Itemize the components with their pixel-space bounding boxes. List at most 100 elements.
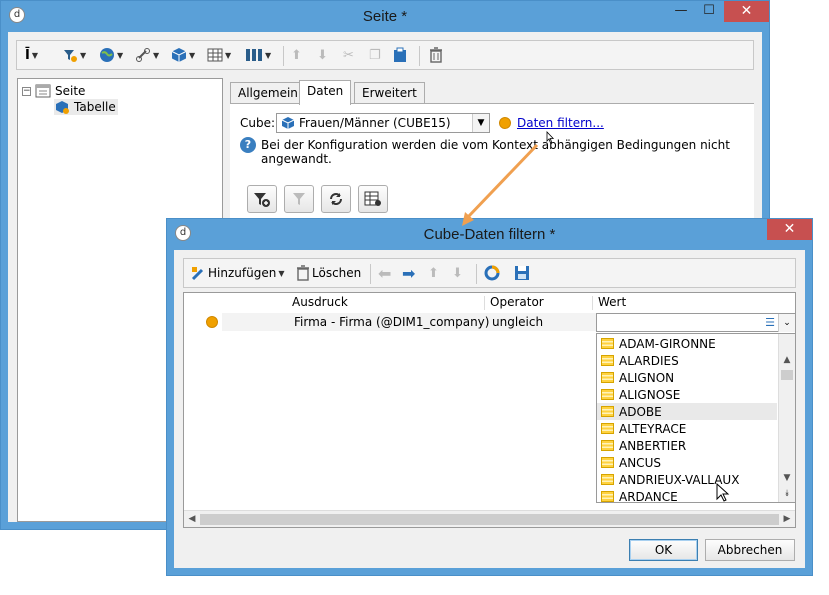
add-button[interactable]: Hinzufügen ▼ <box>190 262 284 284</box>
value-input[interactable]: ☰ ⌄ <box>596 313 795 332</box>
cancel-button[interactable]: Abbrechen <box>705 539 795 561</box>
cube-icon[interactable]: ▼ <box>171 44 195 66</box>
scroll-left-icon[interactable]: ◀ <box>184 511 200 527</box>
maximize-button[interactable]: ☐ <box>695 1 723 22</box>
delete-button[interactable]: Löschen <box>296 262 361 284</box>
collapse-icon[interactable]: − <box>22 86 31 96</box>
delete-icon[interactable] <box>429 44 443 66</box>
info-icon: ? <box>240 137 256 153</box>
tree-label-seite: Seite <box>55 84 86 98</box>
col-header-ausdruck[interactable]: Ausdruck <box>292 295 348 311</box>
row-expression: Firma - Firma (@DIM1_company) <box>294 315 490 329</box>
dialog-close-button[interactable]: ✕ <box>767 219 812 240</box>
grid-hscrollbar[interactable]: ◀ ▶ <box>184 510 795 527</box>
list-item[interactable]: ANBERTIER <box>597 437 777 454</box>
outer-titlebar[interactable]: d Seite * — ☐ ✕ <box>1 1 769 31</box>
cube-select-value: Frauen/Männer (CUBE15) <box>299 116 451 130</box>
list-item[interactable]: ARDANCE <box>597 488 777 505</box>
table-icon[interactable]: ▼ <box>207 44 231 66</box>
table-settings-button[interactable] <box>358 185 388 213</box>
dialog-toolbar: Hinzufügen ▼ Löschen ⬅ ➡ ⬆ ⬇ <box>183 258 796 288</box>
scroll-up-icon[interactable]: ▲ <box>779 352 795 368</box>
ok-button[interactable]: OK <box>629 539 698 561</box>
list-value-icon <box>601 406 614 417</box>
add-icon <box>191 267 204 281</box>
save-icon[interactable] <box>514 262 530 284</box>
row-status-dot <box>206 316 218 328</box>
distribution-icon[interactable] <box>484 262 500 284</box>
list-value-icon <box>601 389 614 400</box>
list-icon[interactable]: ☰ <box>765 316 775 329</box>
chevron-down-icon[interactable]: ▼ <box>472 114 489 132</box>
dropdown-scrollbar[interactable]: ▲ ▼ ⯯ <box>778 334 795 502</box>
add-filter-button[interactable] <box>247 185 277 213</box>
tab-daten[interactable]: Daten <box>299 80 352 105</box>
scroll-down-icon[interactable]: ▼ <box>779 470 795 486</box>
table-row[interactable]: Firma - Firma (@DIM1_company) ungleich ☰… <box>184 313 795 332</box>
arrow-left-icon[interactable]: ⬅ <box>378 262 391 284</box>
link-icon[interactable]: ▼ <box>135 44 159 66</box>
col-header-operator[interactable]: Operator <box>490 295 544 311</box>
cube-icon <box>281 117 295 129</box>
outer-window-title: Seite * <box>362 8 408 25</box>
scroll-thumb[interactable] <box>781 370 793 380</box>
hscroll-thumb[interactable] <box>200 514 779 525</box>
arrow-right-icon[interactable]: ➡ <box>402 262 415 284</box>
app-icon: d <box>175 225 191 241</box>
trash-icon <box>297 265 309 281</box>
cube-select[interactable]: Frauen/Männer (CUBE15) ▼ <box>276 113 490 133</box>
scroll-right-icon[interactable]: ▶ <box>779 511 795 527</box>
list-value-icon <box>601 440 614 451</box>
columns-icon[interactable]: ▼ <box>245 44 271 66</box>
list-item[interactable]: ALARDIES <box>597 352 777 369</box>
close-button[interactable]: ✕ <box>724 1 769 22</box>
row-operator: ungleich <box>492 315 544 329</box>
list-item[interactable]: ALIGNOSE <box>597 386 777 403</box>
list-item[interactable]: ALTEYRACE <box>597 420 777 437</box>
list-item-hovered[interactable]: ADOBE <box>597 403 777 420</box>
list-value-icon <box>601 423 614 434</box>
daten-filtern-link[interactable]: Daten filtern... <box>517 116 604 130</box>
list-value-icon <box>601 338 614 349</box>
chevron-down-icon[interactable]: ⌄ <box>778 314 795 332</box>
dialog-titlebar[interactable]: d Cube-Daten filtern * ✕ <box>167 219 812 249</box>
filter-grid: Ausdruck Operator Wert Firma - Firma (@D… <box>183 292 796 528</box>
refresh-button[interactable] <box>321 185 351 213</box>
outer-toolbar: Ī ▼ ▼ ▼ ▼ ▼ ▼ ▼ ⬆ ⬇ ✂ ❐ <box>16 40 754 70</box>
list-item[interactable]: ANCUS <box>597 454 777 471</box>
tree-label-tabelle: Tabelle <box>74 100 116 114</box>
dialog-title: Cube-Daten filtern * <box>423 226 556 243</box>
list-value-icon <box>601 372 614 383</box>
cut-icon[interactable]: ✂ <box>343 44 354 66</box>
info-text: Bei der Konfiguration werden die vom Kon… <box>261 138 730 166</box>
insert-icon[interactable]: Ī ▼ <box>25 44 38 66</box>
filter-dialog: d Cube-Daten filtern * ✕ Hinzufügen ▼ Lö… <box>166 218 813 576</box>
chevron-down-icon[interactable]: ▼ <box>278 269 284 278</box>
dialog-client: Hinzufügen ▼ Löschen ⬅ ➡ ⬆ ⬇ Ausdruck Op… <box>174 250 805 568</box>
tab-allgemein[interactable]: Allgemein <box>230 82 306 104</box>
move-down-icon[interactable]: ⬇ <box>452 262 463 284</box>
status-dot <box>499 117 511 129</box>
page-icon <box>35 84 51 98</box>
filter-button[interactable] <box>284 185 314 213</box>
list-item[interactable]: ANDRIEUX-VALLAUX <box>597 471 777 488</box>
cube-label: Cube: <box>240 116 276 130</box>
tree-node-tabelle[interactable]: Tabelle <box>54 99 118 115</box>
cube-icon <box>56 101 69 114</box>
tree-node-seite[interactable]: − Seite <box>22 83 85 99</box>
list-item[interactable]: ALIGNON <box>597 369 777 386</box>
list-item[interactable]: ADAM-GIRONNE <box>597 335 777 352</box>
mouse-cursor-icon <box>716 483 730 502</box>
tab-erweitert[interactable]: Erweitert <box>354 82 425 104</box>
minimize-button[interactable]: — <box>667 1 695 22</box>
filter-icon[interactable]: ▼ <box>62 44 86 66</box>
move-up-icon[interactable]: ⬆ <box>291 44 302 66</box>
move-down-icon[interactable]: ⬇ <box>317 44 328 66</box>
col-header-wert[interactable]: Wert <box>598 295 626 311</box>
paste-icon[interactable] <box>393 44 407 66</box>
scroll-end-icon[interactable]: ⯯ <box>779 486 795 502</box>
globe-icon[interactable]: ▼ <box>99 44 123 66</box>
move-up-icon[interactable]: ⬆ <box>428 262 439 284</box>
app-icon: d <box>9 7 25 23</box>
copy-icon[interactable]: ❐ <box>369 44 381 66</box>
